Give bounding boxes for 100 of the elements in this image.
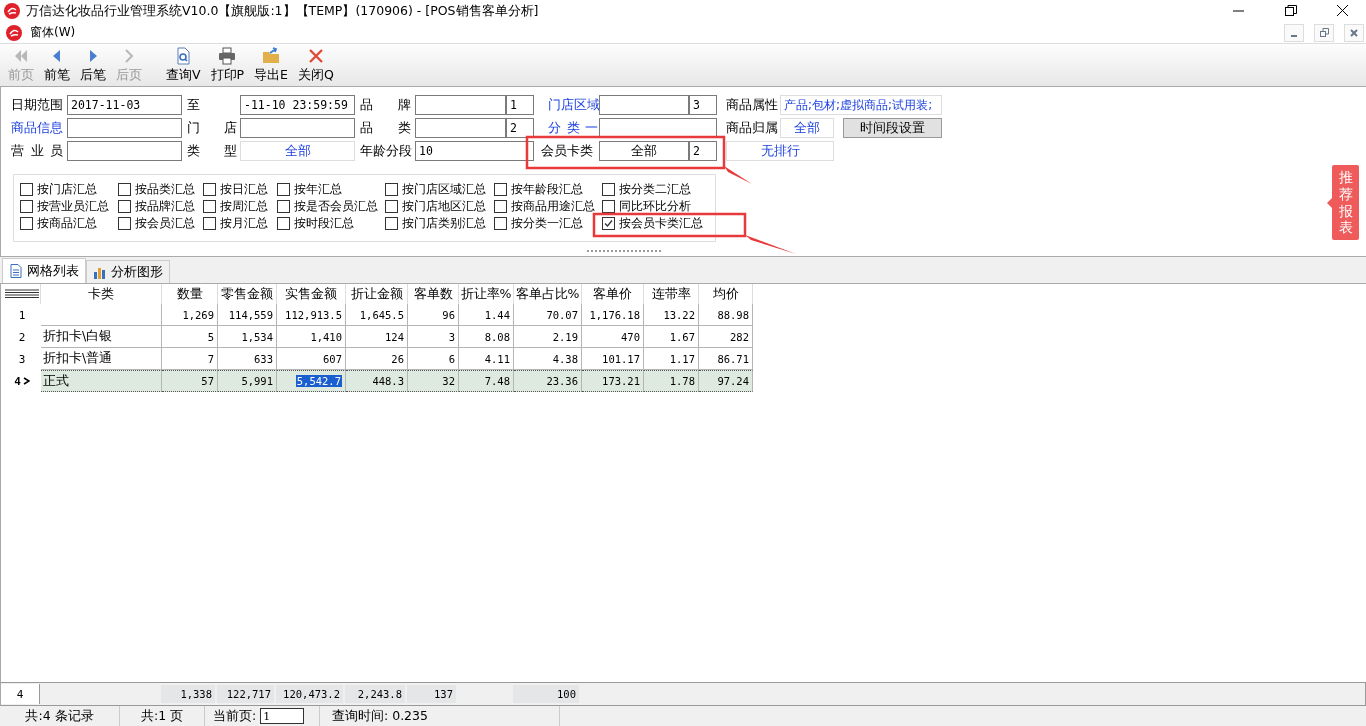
table-cell: 1.78: [644, 370, 699, 392]
table-cell: 5,991: [218, 370, 277, 392]
total-cell: 100: [557, 688, 576, 700]
table-cell: 5: [162, 326, 218, 348]
toolbar-button[interactable]: 前笔: [40, 47, 74, 86]
field-link[interactable]: 商品信息: [11, 118, 63, 138]
checkbox[interactable]: [602, 200, 615, 213]
checkbox[interactable]: [385, 217, 398, 230]
input-field[interactable]: [67, 118, 182, 138]
picker-field[interactable]: 全部: [240, 141, 355, 161]
splitter-handle[interactable]: [586, 249, 662, 253]
close-button[interactable]: [1344, 23, 1364, 42]
checkbox-label: 按品牌汇总: [135, 199, 195, 214]
checkbox[interactable]: [118, 200, 131, 213]
minimize-button[interactable]: [1284, 23, 1304, 42]
table-cell: 13.22: [644, 304, 699, 326]
column-header[interactable]: 零售金额: [218, 284, 277, 304]
toolbar-button[interactable]: 后笔: [76, 47, 110, 86]
input-field[interactable]: [415, 118, 506, 138]
input-field[interactable]: 2: [506, 118, 534, 138]
input-field[interactable]: [599, 95, 689, 115]
input-field[interactable]: 3: [689, 95, 717, 115]
checkbox[interactable]: [277, 183, 290, 196]
checkbox[interactable]: [277, 200, 290, 213]
input-field[interactable]: -11-10 23:59:59: [240, 95, 355, 115]
restore-icon[interactable]: [1285, 5, 1297, 17]
field-link[interactable]: 分类一: [548, 118, 598, 138]
column-header[interactable]: 连带率: [644, 284, 699, 304]
attribute-field[interactable]: 产品;包材;虚拟商品;试用装;: [780, 95, 942, 115]
checkbox[interactable]: [118, 183, 131, 196]
table-cell: 282: [699, 326, 753, 348]
input-field[interactable]: [240, 118, 355, 138]
input-field[interactable]: [67, 141, 182, 161]
checkbox-label: 按商品用途汇总: [511, 199, 595, 214]
column-header[interactable]: 折让金额: [346, 284, 408, 304]
tab[interactable]: 网格列表: [2, 258, 86, 283]
checkbox[interactable]: [118, 217, 131, 230]
current-page-label: 当前页:: [213, 707, 257, 725]
table-cell: 124: [346, 326, 408, 348]
input-field[interactable]: [599, 118, 717, 138]
toolbar-button[interactable]: 关闭Q: [294, 47, 338, 86]
checkbox[interactable]: [494, 217, 507, 230]
close-icon: [1350, 28, 1358, 37]
toolbar-button[interactable]: 打印P: [206, 47, 249, 86]
column-header[interactable]: 客单价: [582, 284, 644, 304]
document-icon: [9, 264, 23, 278]
checkbox[interactable]: [203, 200, 216, 213]
app-logo-icon: [4, 3, 20, 19]
input-field[interactable]: 2: [689, 141, 717, 161]
checkbox[interactable]: [602, 183, 615, 196]
select-field[interactable]: 全部: [599, 141, 689, 161]
picker-field[interactable]: 全部: [780, 118, 834, 138]
column-header[interactable]: 均价: [699, 284, 753, 304]
field-label: 至: [187, 95, 201, 114]
page-input[interactable]: 1: [260, 708, 305, 724]
grid-header-icon: [4, 289, 39, 299]
checkbox[interactable]: [494, 183, 507, 196]
column-header[interactable]: 实售金额: [277, 284, 346, 304]
toolbar-button[interactable]: 导出E: [250, 47, 292, 86]
row-number: 2: [18, 330, 26, 344]
tab[interactable]: 分析图形: [86, 260, 170, 283]
checkbox[interactable]: [203, 183, 216, 196]
checkbox[interactable]: [494, 200, 507, 213]
column-header[interactable]: 客单占比%: [514, 284, 582, 304]
checkbox[interactable]: [385, 183, 398, 196]
table-cell: 470: [582, 326, 644, 348]
table-cell: 7.48: [459, 370, 514, 392]
input-field[interactable]: 2017-11-03: [67, 95, 182, 115]
field-link[interactable]: 门店区域: [548, 95, 598, 115]
checkbox-label: 按门店类别汇总: [402, 216, 486, 231]
checkbox[interactable]: [602, 217, 615, 230]
tab-pointer-icon: [1327, 197, 1332, 208]
field-label: 营业员: [11, 142, 63, 160]
table-cell: 88.98: [699, 304, 753, 326]
time-range-button[interactable]: 时间段设置: [843, 118, 942, 138]
checkbox[interactable]: [385, 200, 398, 213]
input-field[interactable]: 10: [415, 141, 534, 161]
field-label: 品牌: [360, 96, 411, 114]
column-header[interactable]: 数量: [162, 284, 218, 304]
row-number: 4: [14, 374, 21, 388]
picker-field[interactable]: 无排行: [726, 141, 834, 161]
input-field[interactable]: [415, 95, 506, 115]
checkbox-label: 按门店区域汇总: [402, 182, 486, 197]
total-cell: 122,717: [226, 688, 271, 700]
printer-icon: [218, 47, 237, 65]
column-header[interactable]: 客单数: [408, 284, 459, 304]
checkbox[interactable]: [20, 183, 33, 196]
checkbox[interactable]: [20, 200, 33, 213]
input-field[interactable]: 1: [506, 95, 534, 115]
table-cell: 1,534: [218, 326, 277, 348]
restore-button[interactable]: [1314, 23, 1334, 42]
table-cell: 1,269: [162, 304, 218, 326]
column-header[interactable]: 卡类: [41, 284, 162, 304]
menu-item[interactable]: 窗体(W): [30, 25, 76, 39]
toolbar-button[interactable]: 查询V: [162, 47, 205, 86]
close-icon[interactable]: [1337, 5, 1349, 17]
checkbox[interactable]: [277, 217, 290, 230]
checkbox[interactable]: [203, 217, 216, 230]
column-header[interactable]: 折让率%: [459, 284, 514, 304]
checkbox[interactable]: [20, 217, 33, 230]
